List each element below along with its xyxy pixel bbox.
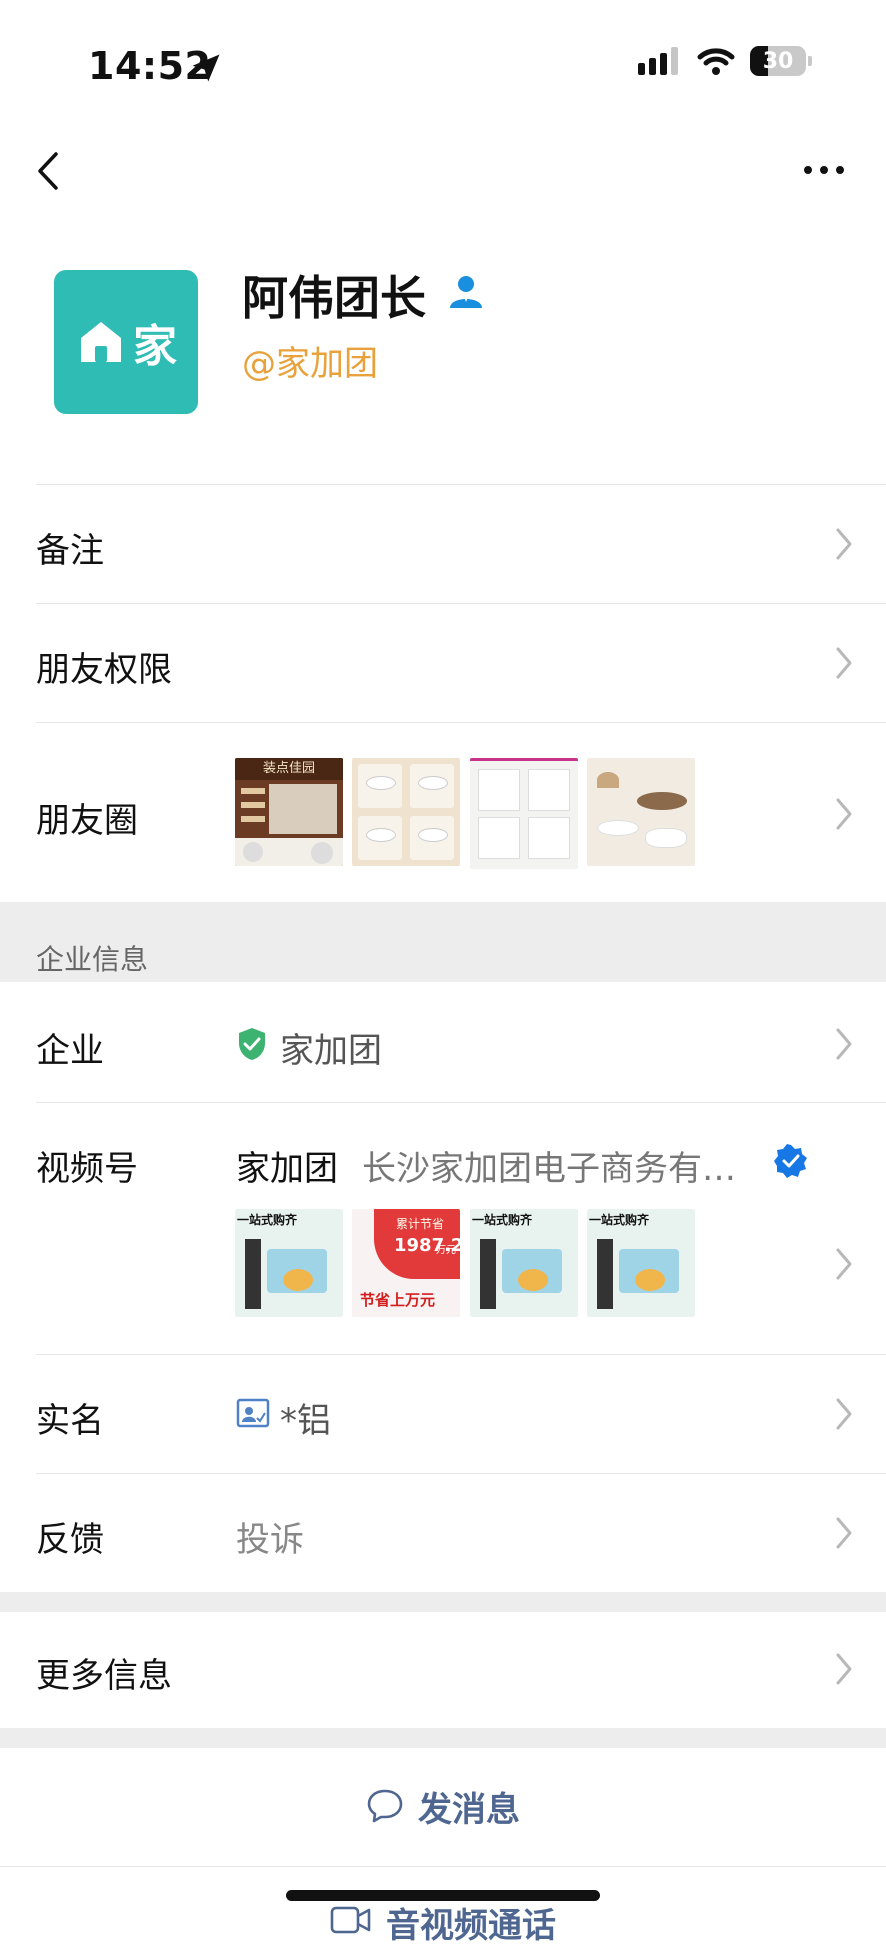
verified-badge-icon [774, 1144, 807, 1178]
battery-indicator: 30 [750, 46, 806, 76]
moments-thumb: 装点佳园 [235, 758, 343, 866]
battery-tip [808, 56, 812, 66]
verified-user-icon [450, 276, 482, 308]
send-message-label: 发消息 [418, 1789, 520, 1830]
channels-label: 视频号 [36, 1149, 138, 1189]
divider [36, 484, 886, 485]
enterprise-section-title: 企业信息 [36, 943, 149, 976]
house-logo-icon [81, 322, 121, 362]
chevron-right-icon [836, 1398, 852, 1430]
divider [36, 1102, 886, 1103]
profile-name: 阿伟团长 [242, 271, 426, 325]
chevron-right-icon [836, 798, 852, 830]
chevron-right-icon [836, 1653, 852, 1685]
video-thumb: 一站式购齐 [235, 1209, 343, 1317]
profile-org[interactable]: @家加团 [242, 336, 378, 385]
video-thumb: 累计节省 1987.2 万元 节省上万元 [352, 1209, 460, 1317]
signal-icon [638, 47, 678, 75]
wifi-icon [697, 48, 735, 75]
channel-description: 长沙家加团电子商务有… [362, 1149, 736, 1189]
realname-label: 实名 [36, 1401, 104, 1441]
company-value: 家加团 [280, 1031, 382, 1071]
channel-name: 家加团 [236, 1149, 338, 1189]
video-thumb: 一站式购齐 [470, 1209, 578, 1317]
avatar-text: 家 [133, 321, 177, 372]
friend-permission-label: 朋友权限 [36, 650, 172, 690]
video-thumb: 一站式购齐 [587, 1209, 695, 1317]
section-gap [0, 1728, 886, 1748]
more-info-label: 更多信息 [36, 1656, 172, 1696]
company-label: 企业 [36, 1031, 104, 1071]
divider [0, 1866, 886, 1867]
moments-label: 朋友圈 [36, 801, 138, 841]
send-message-button[interactable]: 发消息 [0, 1748, 886, 1864]
video-call-label: 音视频通话 [386, 1906, 556, 1946]
status-icons: 30 [638, 46, 812, 76]
chevron-right-icon [836, 1248, 852, 1280]
video-call-button[interactable]: 音视频通话 [0, 1880, 886, 1946]
enterprise-section-header: 企业信息 [0, 902, 886, 982]
feedback-label: 反馈 [36, 1520, 104, 1560]
back-button[interactable] [34, 150, 64, 192]
video-camera-icon [330, 1906, 371, 1934]
avatar[interactable]: 家 [54, 270, 198, 414]
divider [36, 722, 886, 723]
home-indicator[interactable] [286, 1890, 600, 1901]
section-gap [0, 1592, 886, 1612]
feedback-value: 投诉 [236, 1520, 304, 1560]
divider [36, 1354, 886, 1355]
divider [36, 603, 886, 604]
remark-label: 备注 [36, 531, 104, 571]
chevron-right-icon [836, 528, 852, 560]
chat-bubble-icon [367, 1789, 403, 1823]
divider [36, 1473, 886, 1474]
chevron-right-icon [836, 1028, 852, 1060]
location-arrow-icon [192, 54, 220, 82]
verified-shield-icon [239, 1028, 265, 1060]
moments-thumb [352, 758, 460, 866]
moments-thumb [470, 758, 578, 869]
chevron-right-icon [836, 647, 852, 679]
id-card-icon [236, 1398, 270, 1428]
moments-thumb [587, 758, 695, 866]
realname-value: *铝 [280, 1401, 331, 1441]
more-options-icon[interactable] [802, 160, 846, 180]
chevron-right-icon [836, 1517, 852, 1549]
